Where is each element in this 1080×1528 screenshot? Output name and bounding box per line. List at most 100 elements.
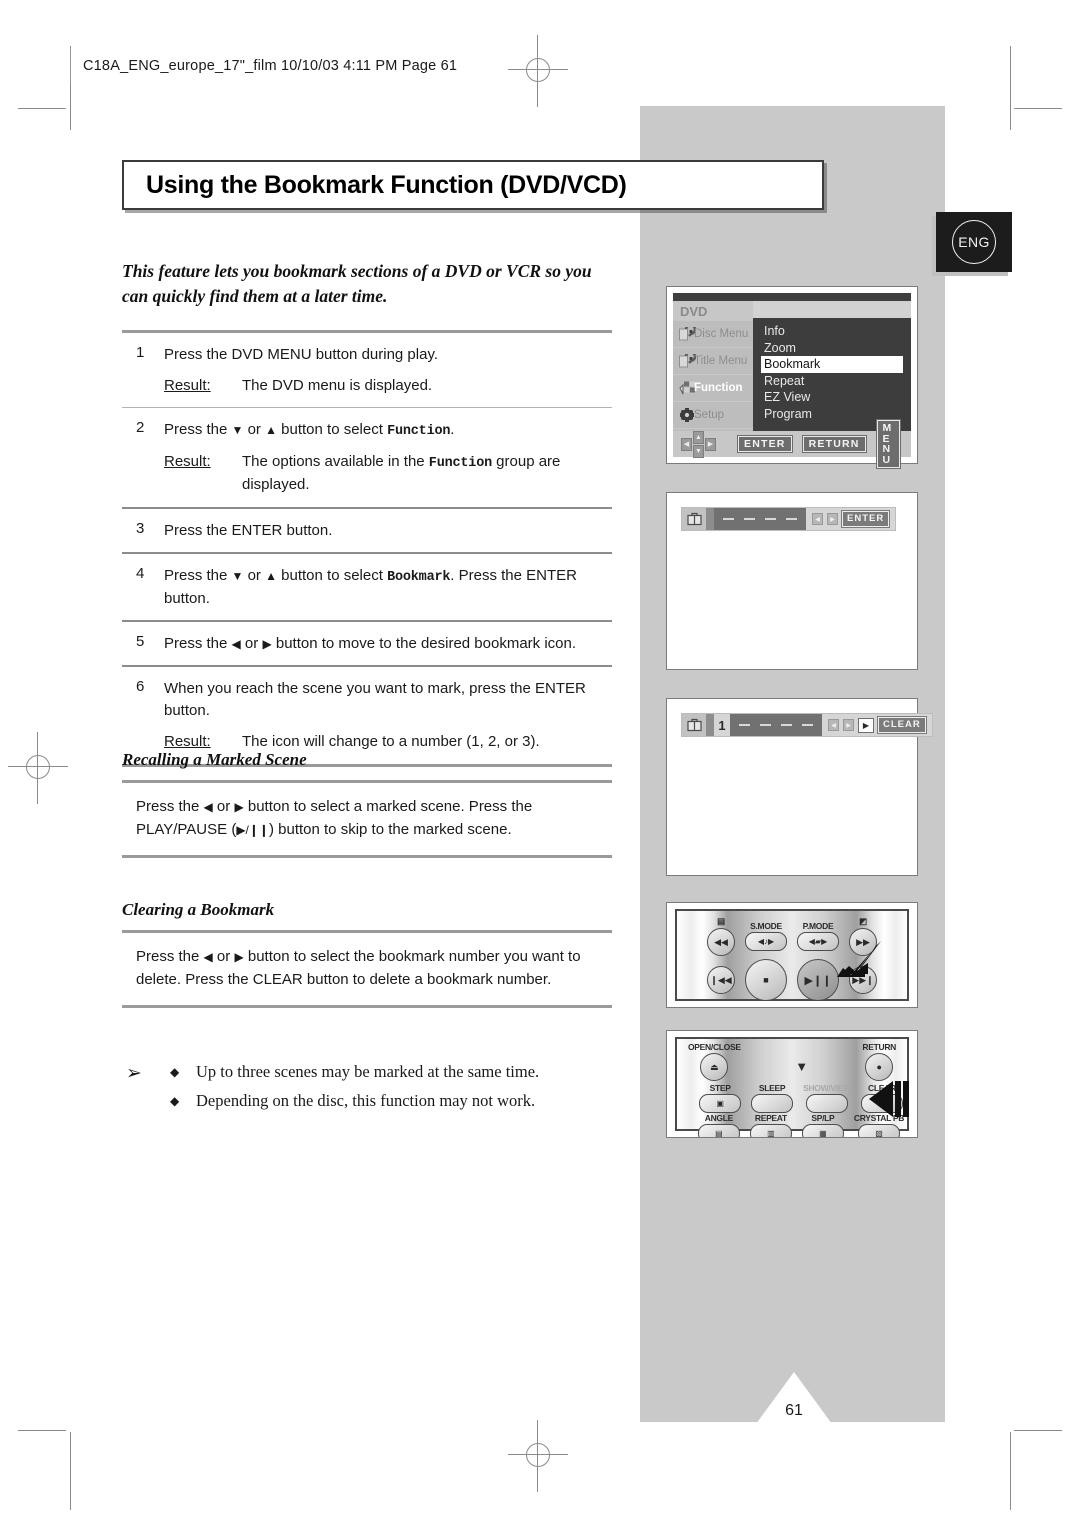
step-text: Press the DVD MENU button during play. bbox=[164, 346, 439, 363]
osd-menu-item-ez-view[interactable]: EZ View bbox=[761, 389, 911, 406]
osd-menu-item-zoom[interactable]: Zoom bbox=[761, 340, 911, 357]
procedure-steps: 1 Press the DVD MENU button during play.… bbox=[122, 330, 612, 767]
nav-right-icon[interactable]: ▶ bbox=[843, 719, 854, 731]
osd-sidebar-item-title-menu[interactable]: Title Menu bbox=[673, 348, 753, 375]
document-header-stamp: C18A_ENG_europe_17"_film 10/10/03 4:11 P… bbox=[70, 48, 457, 84]
osd-menu-item-repeat[interactable]: Repeat bbox=[761, 373, 911, 390]
osd-sidebar-item-function[interactable]: Function bbox=[673, 375, 753, 402]
sound-mode-icon[interactable]: ◀♪▶ bbox=[745, 932, 787, 951]
remote-key-label: STEP bbox=[709, 1083, 731, 1093]
osd-sidebar-header: DVD bbox=[673, 301, 753, 321]
eng-badge-label: ENG bbox=[952, 220, 996, 264]
nav-left-icon[interactable]: ◀ bbox=[828, 719, 839, 731]
dpad-down-icon[interactable]: ▼ bbox=[795, 1059, 808, 1074]
step-body: Press the DVD MENU button during play. R… bbox=[164, 344, 612, 397]
bookmark-slot-empty bbox=[802, 724, 813, 726]
crystal-pb-icon[interactable]: ▧ bbox=[858, 1124, 900, 1137]
picture-mode-icon[interactable]: ◀▰▶ bbox=[797, 932, 839, 951]
remote-key-rewind[interactable]: ▤ ◀◀ bbox=[707, 916, 735, 956]
play-pause-icon: ▶/❙❙ bbox=[236, 822, 269, 837]
repeat-icon[interactable]: ▥ bbox=[749, 1124, 792, 1137]
nav-left-icon[interactable]: ◀ bbox=[812, 513, 823, 525]
remote-key-show-view[interactable]: SHOW/VIEW bbox=[803, 1083, 851, 1113]
bookmark-slot-empty bbox=[781, 724, 792, 726]
note-item: ◆ Depending on the disc, this function m… bbox=[170, 1091, 646, 1111]
dpad-left-icon[interactable]: ◀ bbox=[681, 437, 692, 451]
bookmark-slot-empty bbox=[744, 518, 755, 520]
step-number: 4 bbox=[136, 564, 145, 582]
remote-key-stop[interactable]: ■ bbox=[745, 959, 787, 1001]
play-pause-icon[interactable]: ▶❙❙ bbox=[797, 959, 839, 1001]
osd-dpad[interactable]: ◀ ▲ ▼ ▶ bbox=[681, 430, 716, 458]
step-body: Press the ▼ or ▲ button to select Functi… bbox=[164, 419, 612, 496]
figure-bookmark-bar-empty: ◀ ▶ ENTER bbox=[666, 492, 918, 670]
bookmark-icon bbox=[682, 714, 706, 736]
triangle-down-icon: ▼ bbox=[231, 568, 244, 583]
step-text-part: Press the bbox=[164, 421, 232, 439]
step-text: Press the ▼ or ▲ button to select Functi… bbox=[164, 419, 612, 442]
remote-row-top: OPEN/CLOSE ⏏ ▼ RETURN ● bbox=[683, 1042, 901, 1081]
step-body: When you reach the scene you want to mar… bbox=[164, 678, 612, 754]
step-icon[interactable]: ▣ bbox=[699, 1094, 742, 1113]
remote-key-sound-mode[interactable]: S.MODE ◀♪▶ bbox=[745, 921, 787, 951]
step-row: 5 Press the ◀ or ▶ button to move to the… bbox=[122, 622, 612, 665]
remote-key-sleep[interactable]: SLEEP bbox=[751, 1083, 794, 1113]
divider bbox=[122, 854, 612, 858]
osd-menu-item-bookmark[interactable]: Bookmark bbox=[761, 356, 903, 373]
osd-bottom-bar: ◀ ▲ ▼ ▶ ENTER RETURN M E N U bbox=[673, 419, 911, 469]
osd-sidebar-item-label: Disc Menu bbox=[694, 328, 749, 340]
show-view-icon[interactable] bbox=[806, 1094, 848, 1113]
remote-key-repeat[interactable]: REPEAT ▥ bbox=[749, 1113, 792, 1137]
body-text-part: Press the bbox=[136, 798, 204, 815]
dpad-down-icon[interactable]: ▼ bbox=[693, 444, 704, 458]
remote-body: OPEN/CLOSE ⏏ ▼ RETURN ● STEP ▣ SLEEP SHO… bbox=[675, 1037, 909, 1137]
osd-enter-button[interactable]: ENTER bbox=[737, 434, 793, 454]
nav-right-icon[interactable]: ▶ bbox=[827, 513, 838, 525]
play-icon[interactable]: ▶ bbox=[858, 717, 874, 733]
eject-icon[interactable]: ⏏ bbox=[700, 1053, 729, 1081]
sleep-icon[interactable] bbox=[751, 1094, 794, 1113]
page-number: 61 bbox=[785, 1402, 803, 1419]
remote-key-return[interactable]: RETURN ● bbox=[862, 1042, 896, 1081]
osd-top-bar bbox=[673, 293, 911, 301]
stop-icon[interactable]: ■ bbox=[745, 959, 787, 1001]
remote-key-picture-mode[interactable]: P.MODE ◀▰▶ bbox=[797, 921, 839, 951]
triangle-right-icon: ▶ bbox=[234, 950, 244, 964]
diamond-bullet-icon: ◆ bbox=[170, 1065, 180, 1079]
result-text: The DVD menu is displayed. bbox=[242, 377, 433, 395]
remote-key-play-pause[interactable]: ▶❙❙ bbox=[797, 959, 839, 1001]
intro-paragraph: This feature lets you bookmark sections … bbox=[122, 261, 592, 306]
sp-lp-icon[interactable]: ▦ bbox=[801, 1124, 844, 1137]
bookmark-bar-separator bbox=[706, 714, 714, 736]
remote-key-sp-lp[interactable]: SP/LP ▦ bbox=[801, 1113, 844, 1137]
bookmark-slot-empty bbox=[760, 724, 771, 726]
remote-key-open-close[interactable]: OPEN/CLOSE ⏏ bbox=[688, 1042, 741, 1081]
bookmark-clear-button[interactable]: CLEAR bbox=[877, 716, 927, 734]
remote-key-label: SHOW/VIEW bbox=[803, 1083, 851, 1093]
step-row: 3 Press the ENTER button. bbox=[122, 509, 612, 552]
skip-back-icon[interactable]: ❙◀◀ bbox=[707, 966, 735, 994]
trim-mark-left-tick-bottom bbox=[18, 1430, 66, 1431]
bookmark-osd-bar: 1 ◀ ▶ ▶ CLEAR bbox=[681, 713, 933, 737]
osd-menu-button[interactable]: M E N U bbox=[875, 419, 902, 469]
remote-key-skip-back[interactable]: ❙◀◀ bbox=[707, 966, 735, 994]
osd-sidebar-item-disc-menu[interactable]: Disc Menu bbox=[673, 321, 753, 348]
step-result: Result: The options available in the Fun… bbox=[164, 451, 612, 496]
osd-return-button[interactable]: RETURN bbox=[801, 434, 867, 454]
step-text-part: button to select bbox=[277, 566, 388, 584]
dpad-right-icon[interactable]: ▶ bbox=[705, 437, 716, 451]
remote-key-label: REPEAT bbox=[754, 1113, 787, 1123]
triangle-left-icon: ◀ bbox=[203, 950, 213, 964]
screen-icon: ◩ bbox=[859, 916, 867, 926]
remote-key-angle[interactable]: ANGLE ▤ bbox=[697, 1113, 740, 1137]
osd-menu-item-info[interactable]: Info bbox=[761, 323, 911, 340]
rewind-icon[interactable]: ◀◀ bbox=[707, 928, 735, 956]
remote-key-dpad-down[interactable]: ▼ bbox=[795, 1049, 808, 1075]
remote-key-step[interactable]: STEP ▣ bbox=[699, 1083, 742, 1113]
bookmark-enter-button[interactable]: ENTER bbox=[840, 510, 891, 528]
divider bbox=[122, 1004, 612, 1008]
angle-icon[interactable]: ▤ bbox=[697, 1124, 740, 1137]
osd-sidebar-item-setup[interactable]: Setup bbox=[673, 402, 753, 429]
return-icon[interactable]: ● bbox=[865, 1053, 894, 1081]
dpad-up-icon[interactable]: ▲ bbox=[693, 430, 704, 444]
